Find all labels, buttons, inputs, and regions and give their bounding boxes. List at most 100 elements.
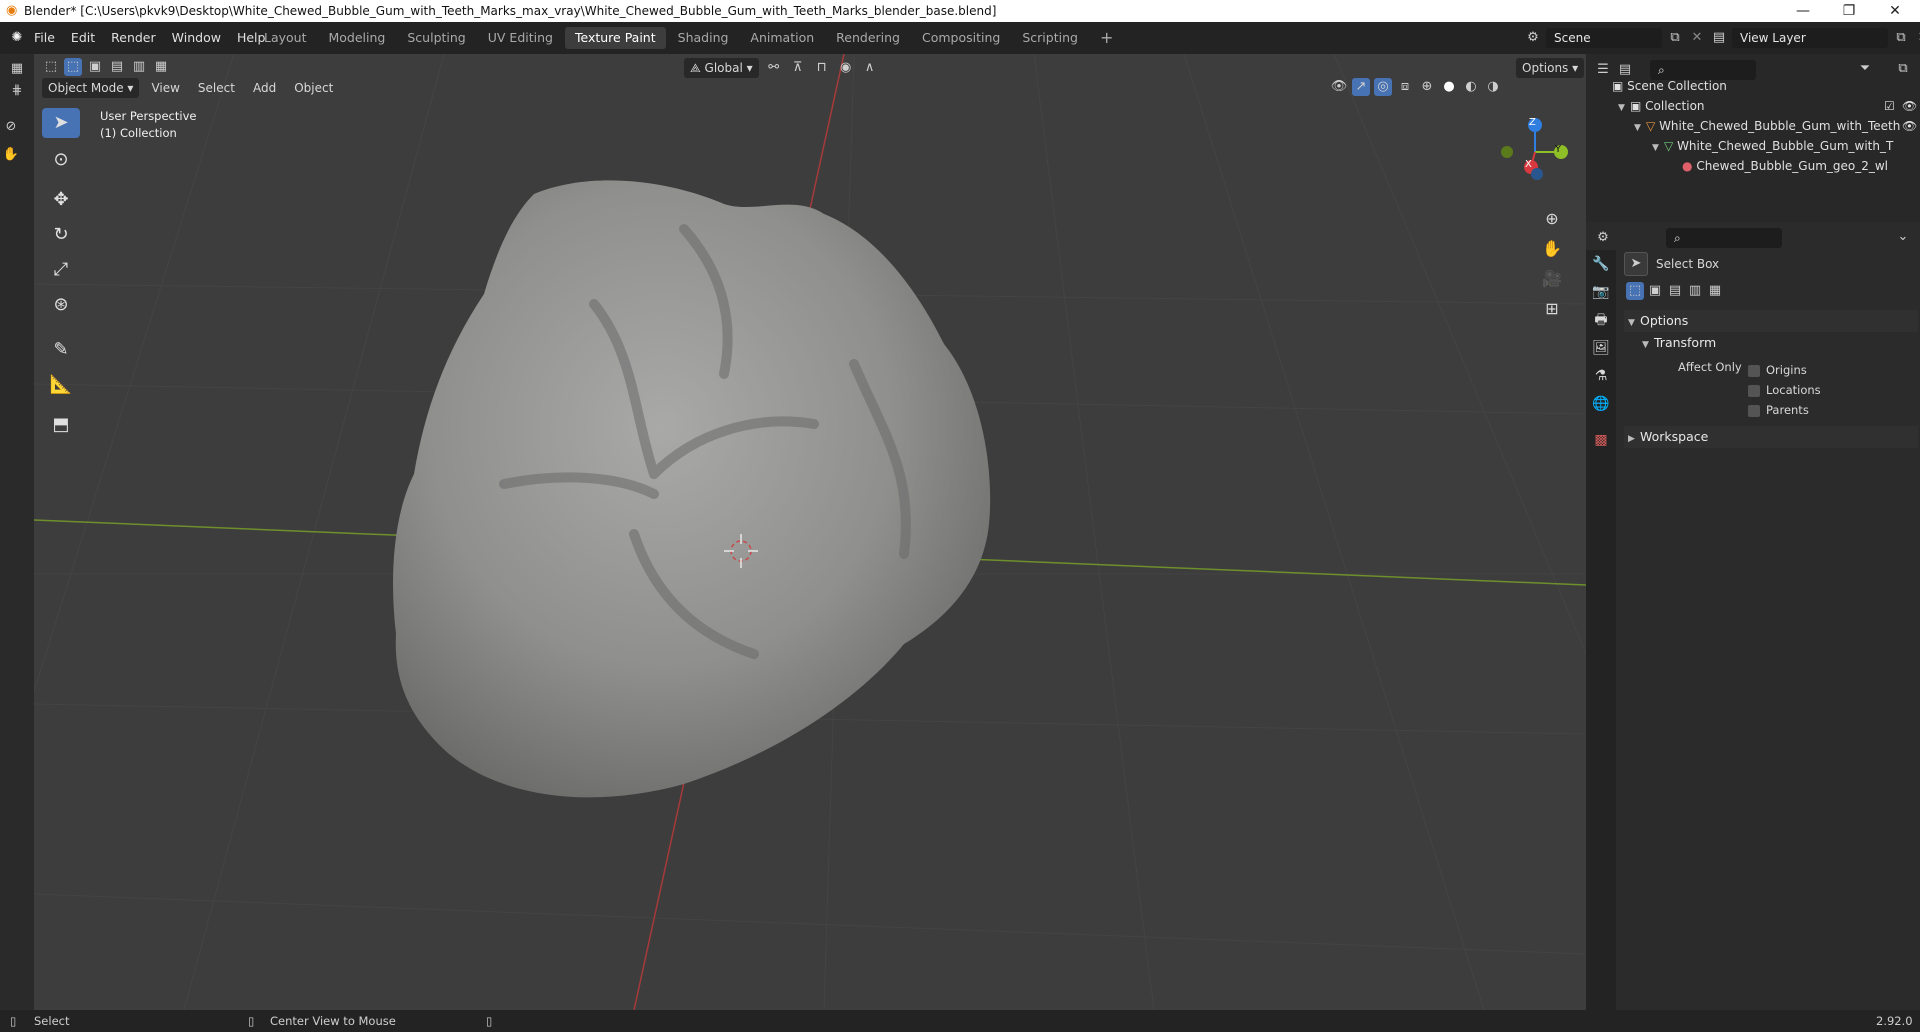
view-layer-field[interactable]: View Layer bbox=[1732, 28, 1888, 48]
tab-compositing[interactable]: Compositing bbox=[912, 27, 1010, 49]
parents-checkbox-box[interactable] bbox=[1748, 404, 1760, 417]
close-icon[interactable]: ✕ bbox=[1872, 0, 1918, 22]
view-layer-tab-icon[interactable]: 🖼 bbox=[1586, 334, 1616, 362]
overlay-toggle-icon[interactable]: ◎ bbox=[1374, 78, 1392, 96]
new-view-layer-icon[interactable]: ⧉ bbox=[1892, 29, 1910, 47]
locations-checkbox[interactable]: Locations bbox=[1748, 380, 1821, 400]
locations-checkbox-box[interactable] bbox=[1748, 384, 1760, 397]
menu-view[interactable]: View bbox=[145, 78, 185, 98]
workspace-panel-header[interactable]: ▶ Workspace bbox=[1624, 426, 1918, 448]
tab-uv-editing[interactable]: UV Editing bbox=[478, 27, 563, 49]
world-tab-icon[interactable]: 🌐 bbox=[1586, 390, 1616, 418]
menu-select[interactable]: Select bbox=[192, 78, 241, 98]
scene-selector-icon[interactable]: ⚙ bbox=[1524, 29, 1542, 47]
rendered-shading-icon[interactable]: ◑ bbox=[1484, 78, 1502, 96]
scale-tool-icon[interactable]: ⤢ bbox=[42, 255, 80, 285]
mode-invert-icon[interactable]: ▥ bbox=[1686, 282, 1704, 300]
gizmo-toggle-icon[interactable]: ↗ bbox=[1352, 78, 1370, 96]
add-cube-tool-icon[interactable]: ⬒ bbox=[42, 410, 80, 440]
select-new-icon[interactable]: ▣ bbox=[86, 58, 104, 76]
tab-layout[interactable]: Layout bbox=[254, 27, 317, 49]
restore-icon[interactable]: ❐ bbox=[1826, 0, 1872, 22]
properties-editor-icon[interactable]: ⚙ bbox=[1594, 229, 1612, 247]
outliner-item-material[interactable]: ● Chewed_Bubble_Gum_geo_2_wl bbox=[1612, 156, 1912, 176]
tab-shading[interactable]: Shading bbox=[668, 27, 739, 49]
delete-view-layer-icon[interactable]: ✕ bbox=[1914, 29, 1920, 47]
tab-scripting[interactable]: Scripting bbox=[1012, 27, 1088, 49]
zoom-tool-icon[interactable]: ⊘ bbox=[2, 118, 20, 136]
menu-file[interactable]: File bbox=[26, 28, 63, 48]
outliner-item-mesh[interactable]: ▼ ▽ White_Chewed_Bubble_Gum_with_T bbox=[1612, 136, 1912, 156]
wireframe-shading-icon[interactable]: ⊕ bbox=[1418, 78, 1436, 96]
viewport-canvas[interactable] bbox=[34, 54, 1586, 1010]
tool-tab-icon[interactable]: 🔧 bbox=[1586, 250, 1616, 278]
editor-type-icon[interactable]: ⬚ bbox=[42, 58, 60, 76]
visibility-icon[interactable]: 👁 bbox=[1330, 78, 1348, 96]
select-extend-icon[interactable]: ▤ bbox=[108, 58, 126, 76]
select-box-mode-icon[interactable]: ⬚ bbox=[64, 58, 82, 76]
rotate-tool-icon[interactable]: ↻ bbox=[42, 220, 80, 250]
tab-sculpting[interactable]: Sculpting bbox=[397, 27, 475, 49]
mode-set-icon[interactable]: ⬚ bbox=[1626, 282, 1644, 300]
menu-add[interactable]: Add bbox=[247, 78, 282, 98]
falloff-icon[interactable]: ∧ bbox=[861, 59, 879, 77]
material-shading-icon[interactable]: ◐ bbox=[1462, 78, 1480, 96]
zoom-icon[interactable]: ⊕ bbox=[1537, 204, 1567, 234]
menu-edit[interactable]: Edit bbox=[63, 28, 103, 48]
menu-render[interactable]: Render bbox=[103, 28, 164, 48]
camera-view-icon[interactable]: 🎥 bbox=[1537, 264, 1567, 294]
gizmo-z-label[interactable]: Z bbox=[1529, 117, 1536, 128]
origins-checkbox[interactable]: Origins bbox=[1748, 360, 1821, 380]
annotate-tool-icon[interactable]: ✎ bbox=[42, 335, 80, 365]
blender-menu-icon[interactable]: ✺ bbox=[8, 29, 26, 47]
options-panel-header[interactable]: ▼ Options bbox=[1624, 310, 1918, 332]
3d-viewport[interactable]: Z Y X User Perspective (1) Collection ⊕ … bbox=[34, 54, 1586, 1010]
pan-hand-icon[interactable]: ✋ bbox=[1537, 234, 1567, 264]
mode-intersect-icon[interactable]: ▦ bbox=[1706, 282, 1724, 300]
minimize-icon[interactable]: — bbox=[1780, 0, 1826, 22]
gizmo-y-label[interactable]: Y bbox=[1555, 144, 1561, 155]
new-scene-icon[interactable]: ⧉ bbox=[1666, 29, 1684, 47]
mode-subtract-icon[interactable]: ▤ bbox=[1666, 282, 1684, 300]
add-workspace-icon[interactable]: + bbox=[1090, 27, 1123, 49]
options-dropdown[interactable]: Options ▾ bbox=[1516, 58, 1585, 78]
tab-texture-paint[interactable]: Texture Paint bbox=[564, 27, 666, 49]
tab-modeling[interactable]: Modeling bbox=[319, 27, 396, 49]
editor-type-icon[interactable]: ▦ bbox=[8, 60, 26, 78]
transform-tool-icon[interactable]: ⊛ bbox=[42, 290, 80, 320]
solid-shading-icon[interactable]: ● bbox=[1440, 78, 1458, 96]
view-layer-selector-icon[interactable]: ▤ bbox=[1710, 29, 1728, 47]
scene-tab-icon[interactable]: ⚗ bbox=[1586, 362, 1616, 390]
menu-window[interactable]: Window bbox=[164, 28, 229, 48]
cursor-tool-icon[interactable]: ⊙ bbox=[42, 145, 80, 175]
collection-checkbox-icon[interactable]: ☑ bbox=[1884, 96, 1895, 116]
move-tool-icon[interactable]: ✥ bbox=[42, 185, 80, 215]
render-tab-icon[interactable]: 📷 bbox=[1586, 278, 1616, 306]
transform-orientation-dropdown[interactable]: ⟁ Global ▾ bbox=[684, 58, 759, 78]
hand-tool-icon[interactable]: ✋ bbox=[2, 146, 20, 164]
gizmo-x-label[interactable]: X bbox=[1525, 159, 1532, 170]
select-invert-icon[interactable]: ▦ bbox=[152, 58, 170, 76]
origins-checkbox-box[interactable] bbox=[1748, 364, 1760, 377]
parents-checkbox[interactable]: Parents bbox=[1748, 400, 1821, 420]
properties-search-input[interactable]: ⌕ bbox=[1666, 228, 1782, 248]
tab-animation[interactable]: Animation bbox=[740, 27, 824, 49]
tab-rendering[interactable]: Rendering bbox=[826, 27, 910, 49]
select-subtract-icon[interactable]: ▥ bbox=[130, 58, 148, 76]
snap-target-icon[interactable]: ⊓ bbox=[813, 59, 831, 77]
delete-scene-icon[interactable]: ✕ bbox=[1688, 29, 1706, 47]
snap-icon[interactable]: ⊼ bbox=[789, 59, 807, 77]
outliner-item-collection[interactable]: ▼ ▣ Collection ☑ 👁 bbox=[1612, 96, 1917, 116]
properties-dropdown-icon[interactable]: ⌄ bbox=[1894, 228, 1912, 246]
xray-icon[interactable]: ⧈ bbox=[1396, 78, 1414, 96]
texture-tab-icon[interactable]: ▩ bbox=[1586, 426, 1616, 454]
scene-name-field[interactable]: Scene bbox=[1546, 28, 1662, 48]
outliner-scene-collection[interactable]: ▣ Scene Collection bbox=[1612, 76, 1912, 96]
outliner-item-object[interactable]: ▼ ▽ White_Chewed_Bubble_Gum_with_Teeth 👁 bbox=[1612, 116, 1917, 136]
pivot-point-icon[interactable]: ⚯ bbox=[765, 59, 783, 77]
ortho-grid-icon[interactable]: ⊞ bbox=[1537, 294, 1567, 324]
output-tab-icon[interactable]: 🖶 bbox=[1586, 306, 1616, 334]
grid-menu-icon[interactable]: ⋕ bbox=[8, 82, 26, 100]
mode-extend-icon[interactable]: ▣ bbox=[1646, 282, 1664, 300]
measure-tool-icon[interactable]: 📐 bbox=[42, 370, 80, 400]
